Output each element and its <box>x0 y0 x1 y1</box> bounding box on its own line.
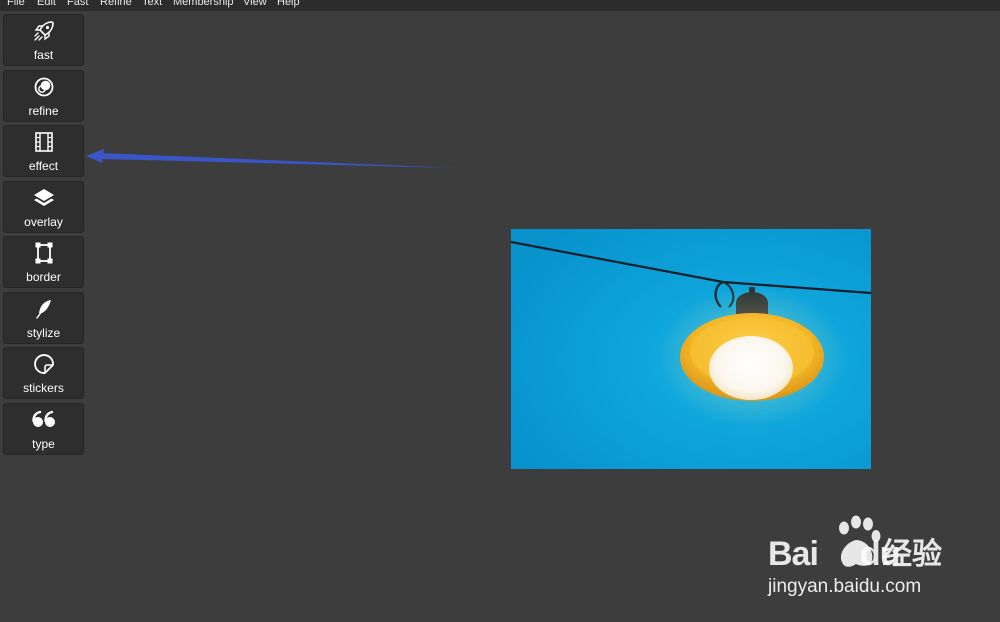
tool-effect-button[interactable]: effect <box>3 125 84 177</box>
menu-view[interactable]: View <box>243 0 267 9</box>
watermark-product: 经验 <box>882 538 942 571</box>
tool-stylize-button[interactable]: stylize <box>3 292 84 344</box>
watermark-brand: Bai du <box>768 535 900 573</box>
tool-label: type <box>32 437 55 451</box>
menu-help[interactable]: Help <box>277 0 300 9</box>
menu-text[interactable]: Text <box>142 0 162 9</box>
tool-label: border <box>26 270 61 284</box>
watermark-url: jingyan.baidu.com <box>768 576 922 597</box>
tool-label: effect <box>28 159 59 173</box>
menu-edit[interactable]: Edit <box>37 0 56 9</box>
layers-icon <box>4 187 83 209</box>
menu-membership[interactable]: Membership <box>173 0 234 9</box>
tool-fast-button[interactable]: fast <box>3 14 84 66</box>
tool-refine-button[interactable]: refine <box>3 70 84 122</box>
refine-circles-icon <box>4 76 83 98</box>
tool-label: stickers <box>23 381 64 395</box>
tool-type-button[interactable]: type <box>3 403 84 455</box>
canvas-photo[interactable] <box>511 229 871 469</box>
menu-fast[interactable]: Fast <box>67 0 88 9</box>
tool-label: overlay <box>24 215 63 229</box>
tool-overlay-button[interactable]: overlay <box>3 181 84 233</box>
feather-icon <box>4 298 83 320</box>
tool-border-button[interactable]: border <box>3 236 84 288</box>
menu-bar: File Edit Fast Refine Text Membership Vi… <box>0 0 1000 11</box>
border-frame-icon <box>4 242 83 264</box>
film-icon <box>4 131 83 153</box>
menu-refine[interactable]: Refine <box>100 0 132 9</box>
tool-label: refine <box>28 104 59 118</box>
quote-icon <box>4 409 83 431</box>
sticker-icon <box>4 353 83 375</box>
rocket-icon <box>4 20 83 42</box>
watermark: Bai du 经验 jingyan.baidu.com <box>766 514 966 604</box>
menu-file[interactable]: File <box>7 0 25 9</box>
tool-label: stylize <box>26 326 61 340</box>
tool-label: fast <box>33 48 54 62</box>
tool-stickers-button[interactable]: stickers <box>3 347 84 399</box>
